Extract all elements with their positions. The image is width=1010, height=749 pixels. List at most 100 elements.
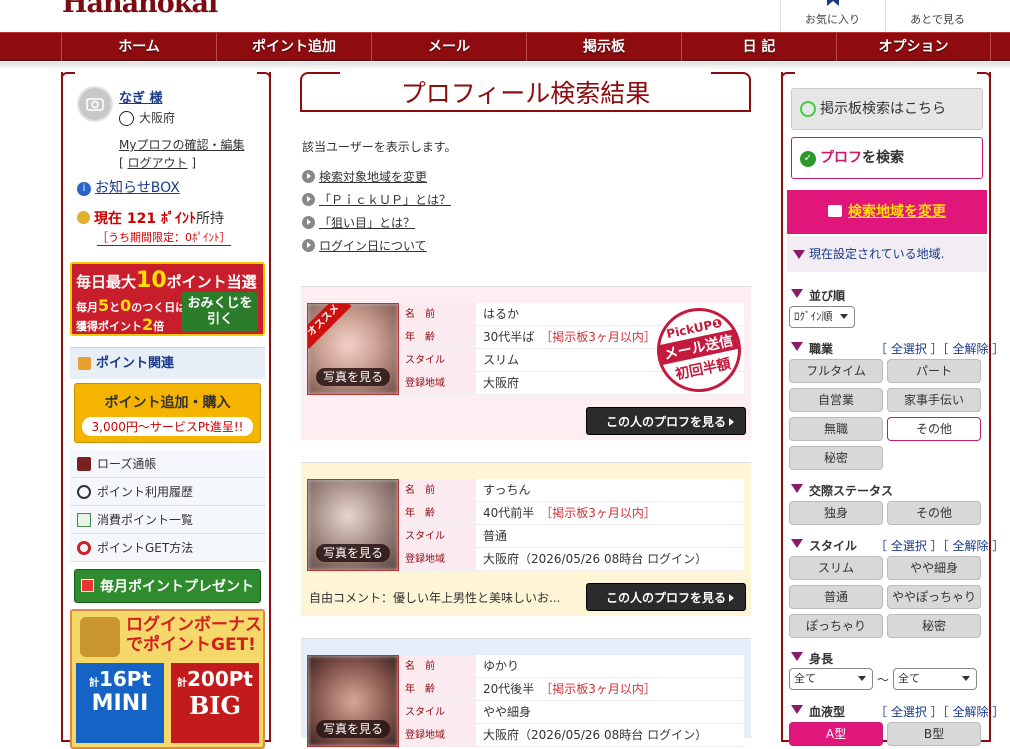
corner-ornament bbox=[61, 72, 75, 86]
style-select-all[interactable]: ［ 全選択 ］ bbox=[875, 539, 943, 553]
style-chip[interactable]: ぽっちゃり bbox=[789, 614, 883, 638]
points-icon bbox=[78, 357, 91, 370]
view-profile-button[interactable]: この人のプロフを見る bbox=[586, 583, 746, 611]
job-select-all[interactable]: ［ 全選択 ］ bbox=[875, 342, 943, 356]
result-area: 大阪府（2026/05/26 08時台 ログイン） bbox=[476, 724, 744, 746]
circle-icon bbox=[800, 101, 816, 117]
avatar[interactable] bbox=[77, 86, 113, 122]
result-comment: 自由コメント：優しい年上男性と美味しいお... bbox=[309, 591, 561, 605]
sort-select[interactable]: ﾛｸﾞｲﾝ順 bbox=[789, 306, 855, 328]
coin-icon bbox=[77, 211, 90, 224]
style-chip[interactable]: スリム bbox=[789, 556, 883, 580]
nav-board[interactable]: 掲示板 bbox=[526, 33, 681, 61]
triangle-icon bbox=[791, 705, 803, 714]
triangle-icon bbox=[791, 539, 803, 548]
profile-search-button[interactable]: ✓ プロフを検索 bbox=[791, 137, 983, 179]
stamp-icon bbox=[80, 617, 120, 657]
job-chip[interactable]: その他 bbox=[887, 417, 981, 441]
result-style: やや細身 bbox=[476, 701, 744, 723]
job-deselect-all[interactable]: ［ 全解除 ］ bbox=[943, 342, 1005, 356]
style-chip[interactable]: ややぽっちゃり bbox=[887, 585, 981, 609]
nav-options[interactable]: オプション bbox=[836, 33, 991, 61]
result-name: ゆかり bbox=[476, 655, 744, 677]
style-chip[interactable]: 普通 bbox=[789, 585, 883, 609]
job-chip[interactable]: 自営業 bbox=[789, 388, 883, 412]
arrow-icon bbox=[302, 216, 315, 229]
menu-points-history[interactable]: ポイント利用履歴 bbox=[70, 478, 265, 506]
site-logo[interactable]: Hananokai bbox=[62, 0, 218, 19]
corner-ornament bbox=[977, 72, 991, 86]
job-chip[interactable]: フルタイム bbox=[789, 359, 883, 383]
site-header: Hananokai お気に入り あとで見る bbox=[0, 0, 1010, 32]
style-deselect-all[interactable]: ［ 全解除 ］ bbox=[943, 539, 1005, 553]
user-name[interactable]: なぎ 様 bbox=[119, 87, 163, 106]
result-name: すっちん bbox=[476, 479, 744, 501]
blood-select-all[interactable]: ［ 全選択 ］ bbox=[875, 705, 943, 719]
see-photo-button[interactable]: 写真を見る bbox=[316, 720, 390, 738]
change-area-button[interactable]: 検索地域を変更 bbox=[787, 190, 987, 234]
view-profile-button[interactable]: この人のプロフを見る bbox=[586, 407, 746, 435]
logout-link[interactable]: [ ログアウト ] bbox=[119, 154, 196, 171]
blood-chip[interactable]: A型 bbox=[789, 722, 883, 746]
menu-points-list[interactable]: 消費ポイント一覧 bbox=[70, 506, 265, 534]
profile-photo[interactable]: 写真を見る bbox=[307, 655, 399, 747]
limited-points[interactable]: ［うち期間限定：0ﾎﾟｲﾝﾄ］ bbox=[97, 229, 231, 246]
add-points-button[interactable]: ポイント追加・購入 3,000円〜サービスPt進呈!! bbox=[74, 383, 261, 443]
result-age: 20代後半 ［掲示板3ヶ月以内］ bbox=[476, 678, 744, 700]
height-from-select[interactable]: 全て bbox=[789, 668, 873, 690]
board-search-button[interactable]: 掲示板検索はこちら bbox=[791, 88, 983, 130]
profile-photo[interactable]: オススメ 写真を見る bbox=[307, 303, 399, 395]
status-chip[interactable]: 独身 bbox=[789, 501, 883, 525]
job-chip[interactable]: 無職 bbox=[789, 417, 883, 441]
arrow-icon bbox=[302, 170, 315, 183]
omikuji-banner[interactable]: 毎日最大10ポイント当選 毎月5と0のつく日は 獲得ポイント2倍 おみくじを引く bbox=[70, 262, 265, 336]
blood-deselect-all[interactable]: ［ 全解除 ］ bbox=[943, 705, 1005, 719]
result-area: 大阪府（2026/05/26 08時台 ログイン） bbox=[476, 548, 744, 570]
style-label: スタイル ［ 全選択 ］［ 全解除 ］ bbox=[791, 537, 1004, 554]
job-chip[interactable]: 秘密 bbox=[789, 446, 883, 470]
height-to-select[interactable]: 全て bbox=[893, 668, 977, 690]
nav-diary[interactable]: 日 記 bbox=[681, 33, 836, 61]
blood-chip[interactable]: B型 bbox=[887, 722, 981, 746]
later-button[interactable]: あとで見る bbox=[885, 0, 989, 32]
menu-rose-passbook[interactable]: ローズ通帳 bbox=[70, 450, 265, 478]
nav-mail[interactable]: メール bbox=[371, 33, 526, 61]
omikuji-button[interactable]: おみくじを引く bbox=[182, 292, 258, 332]
see-photo-button[interactable]: 写真を見る bbox=[316, 544, 390, 562]
triangle-icon bbox=[791, 484, 803, 493]
points-display: 現在 121 ﾎﾟｲﾝﾄ所持 bbox=[77, 208, 224, 228]
nav-home[interactable]: ホーム bbox=[61, 33, 216, 61]
profile-table: 名 前ゆかり 年 齢 20代後半 ［掲示板3ヶ月以内］ スタイル やや細身 登録地域大… bbox=[399, 655, 744, 747]
mini-bonus[interactable]: 計16Pt MINI bbox=[76, 663, 164, 743]
triangle-icon bbox=[791, 342, 803, 351]
notice-box-link[interactable]: i お知らせBOX bbox=[77, 177, 180, 197]
job-chip[interactable]: パート bbox=[887, 359, 981, 383]
page-title: プロフィール検索結果 bbox=[400, 79, 651, 108]
height-label: 身長 bbox=[791, 650, 833, 667]
style-chip[interactable]: 秘密 bbox=[887, 614, 981, 638]
big-bonus[interactable]: 計200Pt BIG bbox=[171, 663, 259, 743]
profile-edit-link[interactable]: Myプロフの確認・編集 bbox=[119, 136, 244, 153]
link-change-area[interactable]: 検索対象地域を変更 bbox=[302, 168, 451, 191]
see-photo-button[interactable]: 写真を見る bbox=[316, 368, 390, 386]
job-chip[interactable]: 家事手伝い bbox=[887, 388, 981, 412]
profile-photo[interactable]: 写真を見る bbox=[307, 479, 399, 571]
style-chip[interactable]: やや細身 bbox=[887, 556, 981, 580]
link-login-date[interactable]: ログイン日について bbox=[302, 237, 451, 260]
corner-ornament bbox=[781, 72, 795, 86]
result-card: オススメ 写真を見る 名 前はるか 年 齢 30代半ば ［掲示板3ヶ月以内］ スタイル… bbox=[301, 286, 751, 440]
login-bonus-banner[interactable]: ログインボーナス でポイントGET! 計16Pt MINI 計200Pt BIG bbox=[70, 609, 265, 749]
link-pickup[interactable]: 「ＰｉｃｋＵＰ」とは？ bbox=[302, 191, 451, 214]
monthly-present-button[interactable]: 毎月ポイントプレゼント bbox=[74, 569, 261, 603]
menu-points-get[interactable]: ポイントGET方法 bbox=[70, 534, 265, 562]
nav-add-points[interactable]: ポイント追加 bbox=[216, 33, 371, 61]
right-sidebar: 掲示板検索はこちら ✓ プロフを検索 検索地域を変更 現在設定されている地域. 並… bbox=[781, 72, 1004, 746]
status-chip[interactable]: その他 bbox=[887, 501, 981, 525]
result-style: 普通 bbox=[476, 525, 744, 547]
result-card: 写真を見る 名 前すっちん 年 齢 40代前半 ［掲示板3ヶ月以内］ スタイル 普通 … bbox=[301, 462, 751, 616]
page-title-bar: プロフィール検索結果 bbox=[300, 72, 751, 112]
link-aimed[interactable]: 「狙い目」とは？ bbox=[302, 214, 451, 237]
help-links: 検索対象地域を変更 「ＰｉｃｋＵＰ」とは？ 「狙い目」とは？ ログイン日について bbox=[302, 168, 451, 260]
favorites-button[interactable]: お気に入り bbox=[780, 0, 884, 32]
status-label: 交際ステータス bbox=[791, 482, 893, 499]
